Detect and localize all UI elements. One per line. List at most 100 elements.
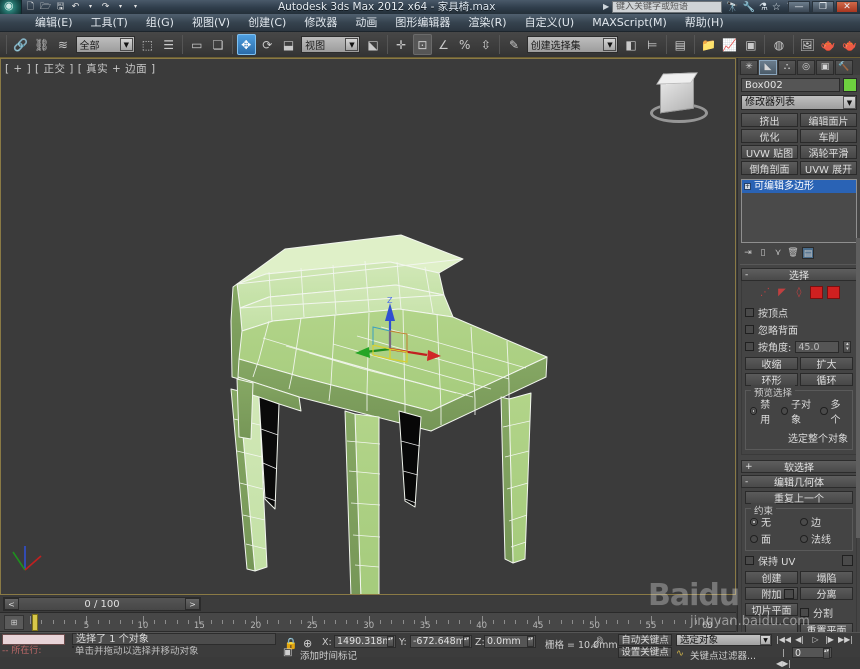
by-angle-value-field[interactable]: 45.0 — [795, 340, 840, 353]
selection-rollout-header[interactable]: - 选择 — [741, 268, 857, 282]
menu-views[interactable]: 视图(V) — [183, 14, 239, 32]
by-angle-checkbox[interactable] — [745, 342, 754, 351]
make-unique-icon[interactable]: ⋎ — [772, 247, 784, 259]
modifier-edit-patch-button[interactable]: 编辑面片 — [800, 113, 857, 128]
preview-multiple-radio[interactable] — [820, 407, 828, 415]
flask-icon[interactable]: ⚗ — [759, 2, 768, 13]
collapse-button[interactable]: 塌陷 — [800, 571, 853, 585]
time-slider-handle[interactable]: < 0 / 100 > — [3, 597, 201, 611]
key-filters-button[interactable]: 关键点过滤器... — [690, 648, 756, 662]
material-editor-icon[interactable]: ▣ — [741, 34, 760, 55]
display-tab[interactable]: ▣ — [816, 59, 834, 75]
menu-edit[interactable]: 编辑(E) — [26, 14, 82, 32]
teapot-icon[interactable]: 🫖 — [840, 34, 859, 55]
minimize-button[interactable]: — — [788, 1, 810, 13]
collapse-icon-edit-geometry[interactable]: - — [745, 477, 748, 487]
menu-create[interactable]: 创建(C) — [239, 14, 295, 32]
chevron-down-icon-modifier[interactable]: ▼ — [843, 96, 856, 109]
command-panel-scrollbar[interactable] — [856, 238, 860, 538]
render-frame-window-icon[interactable]: 🖼 — [798, 34, 817, 55]
qa-customize-icon[interactable]: ▾ — [129, 1, 142, 13]
shrink-button[interactable]: 收缩 — [745, 357, 798, 371]
constraint-face-radio[interactable] — [750, 534, 758, 543]
modifier-uvw-map-button[interactable]: UVW 贴图 — [741, 145, 798, 160]
save-icon[interactable]: 🖫 — [54, 1, 67, 13]
key-filter-combo[interactable]: 选定对象 ▼ — [676, 634, 772, 646]
slice-button[interactable] — [745, 623, 798, 632]
mirror-icon[interactable]: ◧ — [621, 34, 640, 55]
constraint-none-radio[interactable] — [750, 517, 758, 526]
constraint-face-row[interactable]: 面 — [750, 531, 798, 546]
split-checkbox-row[interactable]: 分割 — [800, 605, 853, 620]
ignore-backfacing-checkbox[interactable] — [745, 325, 754, 334]
menu-group[interactable]: 组(G) — [137, 14, 183, 32]
menu-help[interactable]: 帮助(H) — [676, 14, 733, 32]
constraint-edge-radio[interactable] — [800, 517, 808, 526]
search-input[interactable]: 键入关键字或短语 — [612, 1, 722, 13]
preserve-uv-checkbox[interactable] — [745, 556, 754, 565]
key-curve-icon[interactable]: ∿ — [676, 648, 684, 659]
close-button[interactable]: ✕ — [836, 1, 858, 13]
prev-frame-icon[interactable]: ◀| — [792, 634, 807, 645]
time-tag-icon[interactable]: ▣ — [283, 647, 292, 658]
select-and-rotate-icon[interactable]: ⟳ — [258, 34, 277, 55]
select-and-manipulate-icon[interactable]: ✛ — [392, 34, 411, 55]
menu-rendering[interactable]: 渲染(R) — [459, 14, 515, 32]
configure-modifier-sets-icon[interactable]: ▤ — [802, 247, 814, 259]
track-bar[interactable]: ⊞ 5 10 15 20 25 30 35 40 45 50 55 60 — [0, 613, 736, 632]
star-icon[interactable]: ☆ — [772, 2, 781, 13]
coord-z-field[interactable]: 0.0mm ▴▾ — [484, 635, 536, 648]
attach-button[interactable]: 附加 — [745, 587, 798, 601]
coord-y-spinner[interactable]: ▴▾ — [463, 636, 470, 647]
viewcube[interactable] — [648, 71, 710, 133]
select-link-icon[interactable]: 🔗 — [11, 34, 30, 55]
element-icon[interactable] — [826, 286, 840, 299]
vertex-icon[interactable]: ⋰ — [759, 286, 772, 299]
open-mini-curve-editor-icon[interactable]: ⊞ — [4, 615, 24, 630]
modifier-lathe-button[interactable]: 车削 — [800, 129, 857, 144]
coord-x-field[interactable]: 1490.318m ▴▾ — [334, 635, 396, 648]
play-icon[interactable]: ▷ — [808, 634, 823, 645]
menu-animation[interactable]: 动画 — [346, 14, 386, 32]
expand-icon-soft-selection[interactable]: + — [745, 462, 753, 472]
menu-customize[interactable]: 自定义(U) — [516, 14, 584, 32]
undo-dropdown-icon[interactable]: ▾ — [84, 1, 97, 13]
chair-model[interactable]: Z — [1, 59, 736, 595]
show-end-result-icon[interactable]: ▯ — [757, 247, 769, 259]
chevron-down-icon-keyfilter[interactable]: ▼ — [760, 635, 771, 645]
expand-stack-icon[interactable]: + — [744, 183, 751, 190]
wrench-icon[interactable]: 🔧 — [742, 2, 754, 13]
auto-key-button[interactable]: 自动关键点 — [618, 634, 672, 646]
selection-filter-combo[interactable]: 全部 ▼ — [75, 36, 135, 53]
select-object-icon[interactable]: ⬚ — [138, 34, 157, 55]
key-mode-icon[interactable]: 🗝 — [590, 636, 604, 649]
viewport[interactable]: [ + ] [ 正交 ] [ 真实 + 边面 ] Z — [0, 58, 736, 595]
angle-snap-icon[interactable]: ∠ — [434, 34, 453, 55]
reset-plane-button[interactable]: 重置平面 — [800, 623, 853, 632]
preview-subobject-radio[interactable] — [780, 407, 788, 415]
app-logo-icon[interactable] — [0, 0, 22, 14]
modifier-uvw-unwrap-button[interactable]: UVW 展开 — [800, 161, 857, 176]
stack-item-editable-poly[interactable]: + 可编辑多边形 — [742, 180, 856, 193]
by-vertex-row[interactable]: 按顶点 — [745, 305, 853, 320]
align-icon[interactable]: ⊨ — [643, 34, 662, 55]
percent-snap-icon[interactable]: % — [455, 34, 474, 55]
chevron-down-icon[interactable]: ▼ — [119, 38, 133, 51]
select-by-name-icon[interactable]: ☰ — [159, 34, 178, 55]
viewport-label[interactable]: [ + ] [ 正交 ] [ 真实 + 边面 ] — [5, 61, 156, 76]
next-frame-icon[interactable]: |▶ — [822, 634, 837, 645]
modifier-optimize-button[interactable]: 优化 — [741, 129, 798, 144]
loop-button[interactable]: 循环 — [800, 373, 853, 387]
coord-x-spinner[interactable]: ▴▾ — [387, 636, 394, 647]
ignore-backfacing-row[interactable]: 忽略背面 — [745, 322, 853, 337]
chevron-down-icon-2[interactable]: ▼ — [345, 38, 359, 51]
maximize-button[interactable]: ❐ — [812, 1, 834, 13]
preview-disabled-radio[interactable] — [750, 407, 758, 415]
go-to-start-icon[interactable]: |◀◀ — [776, 634, 791, 645]
grow-button[interactable]: 扩大 — [800, 357, 853, 371]
menu-graph-editors[interactable]: 图形编辑器 — [386, 14, 459, 32]
create-tab[interactable]: ✳ — [740, 59, 758, 75]
time-slider-marker[interactable] — [32, 614, 38, 631]
slice-plane-button[interactable]: 切片平面 — [745, 603, 798, 617]
undo-icon[interactable]: ↶ — [69, 1, 82, 13]
